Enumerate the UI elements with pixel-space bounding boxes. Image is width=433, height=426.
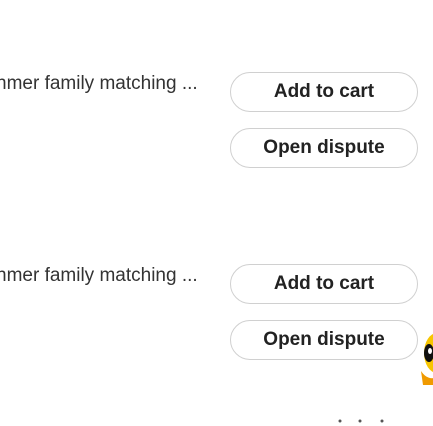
add-to-cart-button[interactable]: Add to cart <box>230 72 418 112</box>
open-dispute-button[interactable]: Open dispute <box>230 320 418 360</box>
mascot-icon[interactable] <box>415 325 433 385</box>
order-item-title[interactable]: nmer family matching ... <box>0 265 198 287</box>
scroll-indicator <box>338 419 384 423</box>
order-item-title[interactable]: nmer family matching ... <box>0 73 198 95</box>
order-list: nmer family matching ... Add to cart Ope… <box>0 0 433 426</box>
open-dispute-button[interactable]: Open dispute <box>230 128 418 168</box>
add-to-cart-button[interactable]: Add to cart <box>230 264 418 304</box>
